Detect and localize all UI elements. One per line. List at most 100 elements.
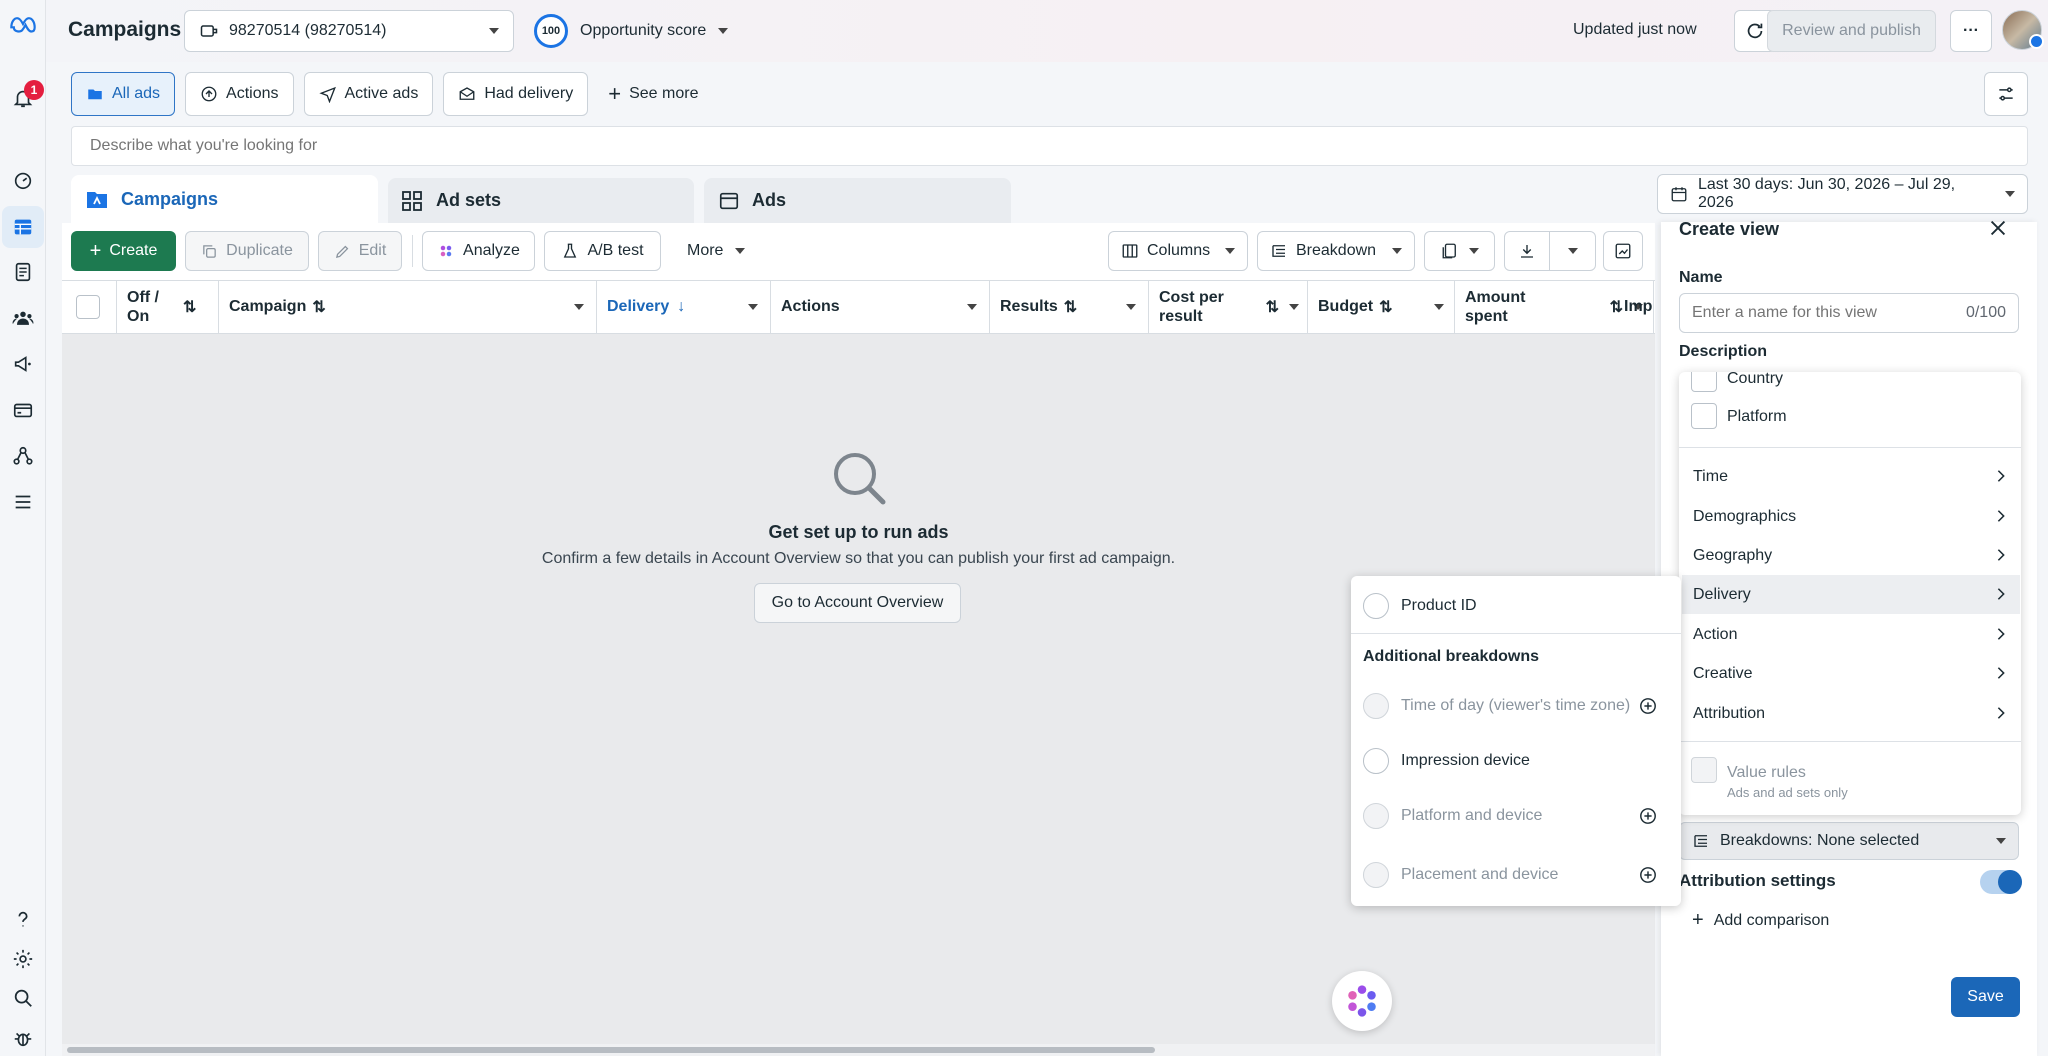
delivery-submenu: Product ID Additional breakdowns Time of… <box>1351 576 1681 906</box>
col-delivery[interactable]: Delivery ↓ <box>597 280 771 334</box>
more-options-button[interactable]: ··· <box>1950 10 1992 52</box>
placement-device-radio[interactable] <box>1363 862 1389 888</box>
campaign-megaphone-icon[interactable] <box>11 352 35 376</box>
col-cost-per-result-label: Cost per result <box>1159 289 1224 325</box>
review-publish-button[interactable]: Review and publish <box>1767 10 1936 52</box>
analyze-button[interactable]: Analyze <box>422 231 535 271</box>
col-campaign[interactable]: Campaign ⇅ <box>219 280 597 334</box>
account-selector[interactable]: 98270514 (98270514) <box>184 10 514 52</box>
tab-ads[interactable]: Ads <box>704 178 1011 223</box>
add-comparison-button[interactable]: + Add comparison <box>1692 909 1829 932</box>
add-circle-icon[interactable] <box>1639 807 1657 825</box>
country-checkbox[interactable] <box>1691 372 1717 392</box>
save-button[interactable]: Save <box>1951 977 2020 1017</box>
duplicate-label: Duplicate <box>226 242 293 259</box>
additional-breakdowns-heading: Additional breakdowns <box>1363 648 1540 665</box>
envelope-icon <box>459 87 475 100</box>
bug-report-icon[interactable] <box>11 1026 35 1050</box>
more-dropdown[interactable]: More <box>687 231 746 271</box>
filter-label: Active ads <box>344 85 419 102</box>
opportunity-score[interactable]: 100 Opportunity score <box>534 14 729 48</box>
impression-device-radio[interactable] <box>1363 748 1389 774</box>
duplicate-button[interactable]: Duplicate <box>185 231 309 271</box>
audiences-people-icon[interactable] <box>11 306 35 330</box>
folder-icon <box>88 89 102 100</box>
billing-card-icon[interactable] <box>11 398 35 422</box>
all-tools-menu-icon[interactable] <box>11 490 35 514</box>
add-circle-icon[interactable] <box>1639 697 1657 715</box>
time-of-day-radio[interactable] <box>1363 693 1389 719</box>
pages-document-icon[interactable] <box>11 260 35 284</box>
col-budget[interactable]: Budget ⇅ <box>1308 280 1455 334</box>
breakdown-button[interactable]: Breakdown <box>1257 231 1415 271</box>
menu-item-delivery[interactable]: Delivery <box>1682 575 2020 614</box>
sort-icon: ⇅ <box>1379 299 1393 316</box>
arrow-up-circle-icon <box>201 86 217 102</box>
filter-settings-button[interactable] <box>1984 72 2028 116</box>
menu-item-geography[interactable]: Geography <box>1682 536 2020 575</box>
filter-active-ads[interactable]: Active ads <box>303 72 434 116</box>
filter-all-ads[interactable]: All ads <box>71 72 176 116</box>
ads-manager-table-icon[interactable] <box>11 215 35 239</box>
go-to-account-overview-button[interactable]: Go to Account Overview <box>754 583 961 623</box>
see-more-button[interactable]: + See more <box>598 72 698 116</box>
product-id-radio[interactable] <box>1363 593 1389 619</box>
ad-account-icon <box>200 25 218 37</box>
close-panel-button[interactable] <box>1987 217 2011 241</box>
add-circle-icon[interactable] <box>1639 866 1657 884</box>
export-options-button[interactable] <box>1550 232 1595 270</box>
platform-device-radio[interactable] <box>1363 803 1389 829</box>
col-impressions[interactable]: Imp <box>1614 280 1655 334</box>
tab-campaigns[interactable]: Campaigns <box>71 175 378 223</box>
chevron-down-icon <box>967 304 977 310</box>
meta-logo-icon[interactable] <box>8 12 38 36</box>
filter-actions[interactable]: Actions <box>185 72 294 116</box>
charts-button[interactable] <box>1603 231 1643 271</box>
col-results[interactable]: Results ⇅ <box>990 280 1149 334</box>
chevron-down-icon <box>1392 248 1402 254</box>
close-icon <box>1990 220 2006 236</box>
search-input[interactable] <box>72 127 2027 165</box>
search-icon[interactable] <box>11 986 35 1010</box>
create-button[interactable]: + Create <box>71 231 176 271</box>
chevron-right-icon <box>1997 549 2005 561</box>
reports-button[interactable] <box>1424 231 1495 271</box>
export-button[interactable] <box>1505 232 1551 270</box>
settings-gear-icon[interactable] <box>11 947 35 971</box>
tab-ad-sets[interactable]: Ad sets <box>388 178 694 223</box>
campaign-folder-icon <box>87 192 107 208</box>
name-field[interactable]: 0/100 <box>1679 293 2019 333</box>
attribution-toggle[interactable] <box>1980 870 2022 894</box>
facebook-badge-icon <box>2029 34 2044 49</box>
events-network-icon[interactable] <box>11 444 35 468</box>
menu-item-demographics[interactable]: Demographics <box>1682 497 2020 536</box>
placement-device-label: Placement and device <box>1401 866 1559 883</box>
plus-icon: + <box>1692 909 1704 931</box>
menu-item-label: Demographics <box>1693 507 1797 525</box>
ab-test-button[interactable]: A/B test <box>544 231 661 271</box>
edit-button[interactable]: Edit <box>318 231 402 271</box>
col-cost-per-result[interactable]: Cost per result ⇅ <box>1149 280 1308 334</box>
col-actions[interactable]: Actions <box>771 280 990 334</box>
menu-item-action[interactable]: Action <box>1682 615 2020 654</box>
value-rules-checkbox[interactable] <box>1691 757 1717 783</box>
menu-item-label: Geography <box>1693 546 1773 564</box>
menu-item-attribution[interactable]: Attribution <box>1682 694 2020 733</box>
select-all-checkbox[interactable] <box>76 295 100 319</box>
columns-button[interactable]: Columns <box>1108 231 1248 271</box>
filter-had-delivery[interactable]: Had delivery <box>443 72 589 116</box>
menu-item-time[interactable]: Time <box>1682 457 2020 496</box>
platform-checkbox[interactable] <box>1691 403 1717 429</box>
scrollbar-thumb[interactable] <box>67 1047 1155 1053</box>
empty-state-title: Get set up to run ads <box>768 522 949 542</box>
help-question-icon[interactable] <box>11 908 35 932</box>
date-range-picker[interactable]: Last 30 days: Jun 30, 2026 – Jul 29, 202… <box>1657 174 2028 214</box>
breakdowns-selector[interactable]: Breakdowns: None selected <box>1679 822 2019 860</box>
col-off-on[interactable]: Off / On ⇅ <box>117 280 219 334</box>
name-input[interactable] <box>1692 304 1966 322</box>
ai-assistant-button[interactable] <box>1332 971 1392 1031</box>
horizontal-scrollbar[interactable] <box>62 1044 1655 1056</box>
search-bar[interactable] <box>71 126 2028 166</box>
menu-item-creative[interactable]: Creative <box>1682 654 2020 693</box>
dashboard-gauge-icon[interactable] <box>11 168 35 192</box>
